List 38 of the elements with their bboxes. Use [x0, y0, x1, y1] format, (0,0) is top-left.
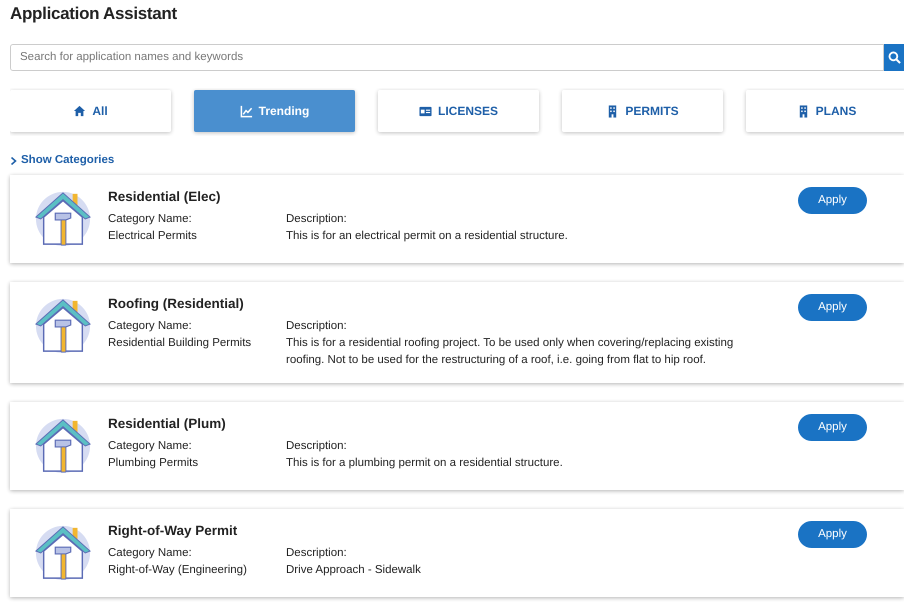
description-text: This is for an electrical permit on a residential structure. — [286, 228, 569, 244]
field-label: Category Name: — [108, 318, 193, 334]
application-title: Residential (Plum) — [108, 414, 227, 433]
field-label: Description: — [286, 318, 348, 334]
page-title: Application Assistant — [10, 4, 178, 24]
category-name: Electrical Permits — [108, 228, 198, 244]
application-title: Roofing (Residential) — [108, 294, 245, 313]
chevron-icon — [10, 157, 17, 166]
field-label: Description: — [286, 212, 348, 227]
category-name: Residential Building Permits — [108, 336, 252, 351]
apply-button[interactable]: Apply — [798, 294, 867, 321]
field-label: Category Name: — [108, 212, 193, 227]
house-icon — [73, 104, 86, 118]
apply-button[interactable]: Apply — [798, 186, 867, 214]
chart-icon — [240, 104, 253, 118]
tab[interactable]: All — [10, 90, 171, 132]
search-field[interactable]: Search for application names and keywords — [10, 44, 884, 72]
application-title: Residential (Elec) — [108, 188, 222, 206]
field-label: Category Name: — [108, 546, 193, 562]
tab[interactable]: Trending — [194, 90, 355, 132]
description-text: This is for a residential roofing project. To be used only when covering/replacing existing roofing. Not to be used for the restructuring of a roof, i.e. going from flat to hip roof. — [286, 336, 734, 368]
description-text: This is for a plumbing permit on a residential structure. — [286, 456, 564, 472]
show-categories-link[interactable]: Show Categories — [10, 152, 114, 170]
id-card-icon — [418, 104, 432, 118]
tab[interactable]: LICENSES — [378, 90, 539, 132]
tab[interactable]: PERMITS — [562, 90, 723, 132]
apply-button[interactable]: Apply — [798, 520, 867, 548]
apply-button[interactable]: Apply — [798, 414, 867, 441]
field-label: Category Name: — [108, 439, 193, 454]
field-label: Description: — [286, 439, 348, 454]
description-text: Drive Approach - Sidewalk — [286, 563, 422, 578]
category-name: Plumbing Permits — [108, 456, 200, 472]
category-name: Right-of-Way (Engineering) — [108, 563, 248, 578]
field-label: Description: — [286, 546, 348, 562]
tab[interactable]: PLANS — [746, 90, 904, 132]
application-title: Right-of-Way Permit — [108, 522, 238, 540]
search-icon — [888, 51, 900, 64]
search-button[interactable] — [884, 44, 904, 72]
